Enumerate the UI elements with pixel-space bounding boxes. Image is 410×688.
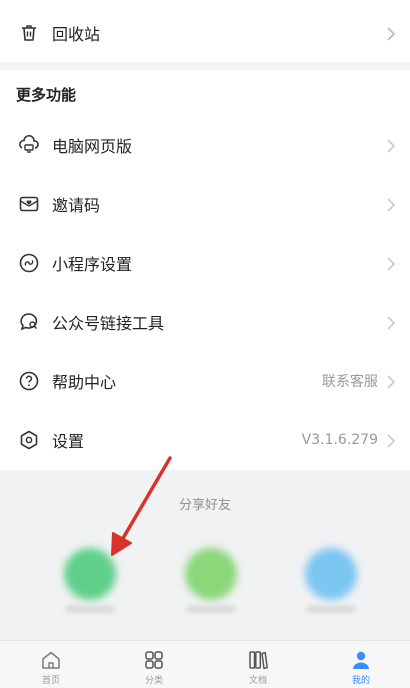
- chevron-right-icon: [386, 256, 396, 271]
- tab-label: 文档: [248, 676, 267, 686]
- recycle-bin-label: 回收站: [52, 25, 101, 44]
- top-card: 回收站: [0, 0, 410, 62]
- menu-item-help-center[interactable]: 帮助中心 联系客服: [0, 352, 410, 410]
- tab-label: 我的: [351, 676, 370, 686]
- menu-label: 设置: [52, 432, 85, 451]
- menu-item-miniprogram-settings[interactable]: 小程序设置: [0, 234, 410, 292]
- menu-label: 小程序设置: [52, 255, 133, 274]
- cloud-monitor-icon: [18, 134, 40, 156]
- documents-icon: [249, 651, 268, 670]
- share-option-other[interactable]: [305, 548, 357, 600]
- section-title: 更多功能: [16, 86, 77, 104]
- miniprogram-icon: [18, 252, 40, 274]
- menu-item-settings[interactable]: 设置 V3.1.6.279: [0, 411, 410, 469]
- tab-label: 首页: [41, 676, 60, 686]
- share-option-label-placeholder: [186, 605, 236, 613]
- recycle-bin-row[interactable]: 回收站: [0, 4, 410, 62]
- menu-label: 电脑网页版: [52, 137, 133, 156]
- chevron-right-icon: [386, 433, 396, 448]
- tab-documents[interactable]: 文档: [218, 641, 298, 688]
- menu-item-invite-code[interactable]: 邀请码: [0, 175, 410, 233]
- help-icon: [18, 370, 40, 392]
- chevron-right-icon: [386, 197, 396, 212]
- menu-label: 帮助中心: [52, 373, 117, 392]
- share-option-label-placeholder: [65, 605, 115, 613]
- settings-hexagon-icon: [18, 429, 40, 451]
- menu-label: 邀请码: [52, 196, 101, 215]
- user-icon: [353, 651, 369, 669]
- trash-icon: [18, 22, 40, 44]
- chevron-right-icon: [386, 374, 396, 389]
- version-value: V3.1.6.279: [301, 432, 378, 448]
- grid-icon: [145, 651, 163, 669]
- chevron-right-icon: [386, 26, 396, 41]
- chevron-right-icon: [386, 138, 396, 153]
- share-option-moments[interactable]: [185, 548, 237, 600]
- tab-label: 分类: [144, 676, 163, 686]
- menu-item-official-account-link-tool[interactable]: 公众号链接工具: [0, 293, 410, 351]
- menu-label: 公众号链接工具: [52, 314, 165, 333]
- mail-heart-icon: [18, 193, 40, 215]
- tab-mine[interactable]: 我的: [321, 641, 401, 688]
- contact-support-link[interactable]: 联系客服: [322, 371, 378, 391]
- share-option-wechat[interactable]: [64, 548, 116, 600]
- chevron-right-icon: [386, 315, 396, 330]
- share-option-label-placeholder: [306, 605, 356, 613]
- menu-item-web-version[interactable]: 电脑网页版: [0, 116, 410, 174]
- share-panel: 分享好友: [0, 470, 410, 640]
- home-icon: [42, 651, 60, 669]
- bottom-tab-bar: 首页 分类 文档 我的: [0, 640, 410, 688]
- tab-categories[interactable]: 分类: [114, 641, 194, 688]
- chat-search-icon: [18, 311, 40, 333]
- share-title: 分享好友: [178, 498, 231, 513]
- tab-home[interactable]: 首页: [11, 641, 91, 688]
